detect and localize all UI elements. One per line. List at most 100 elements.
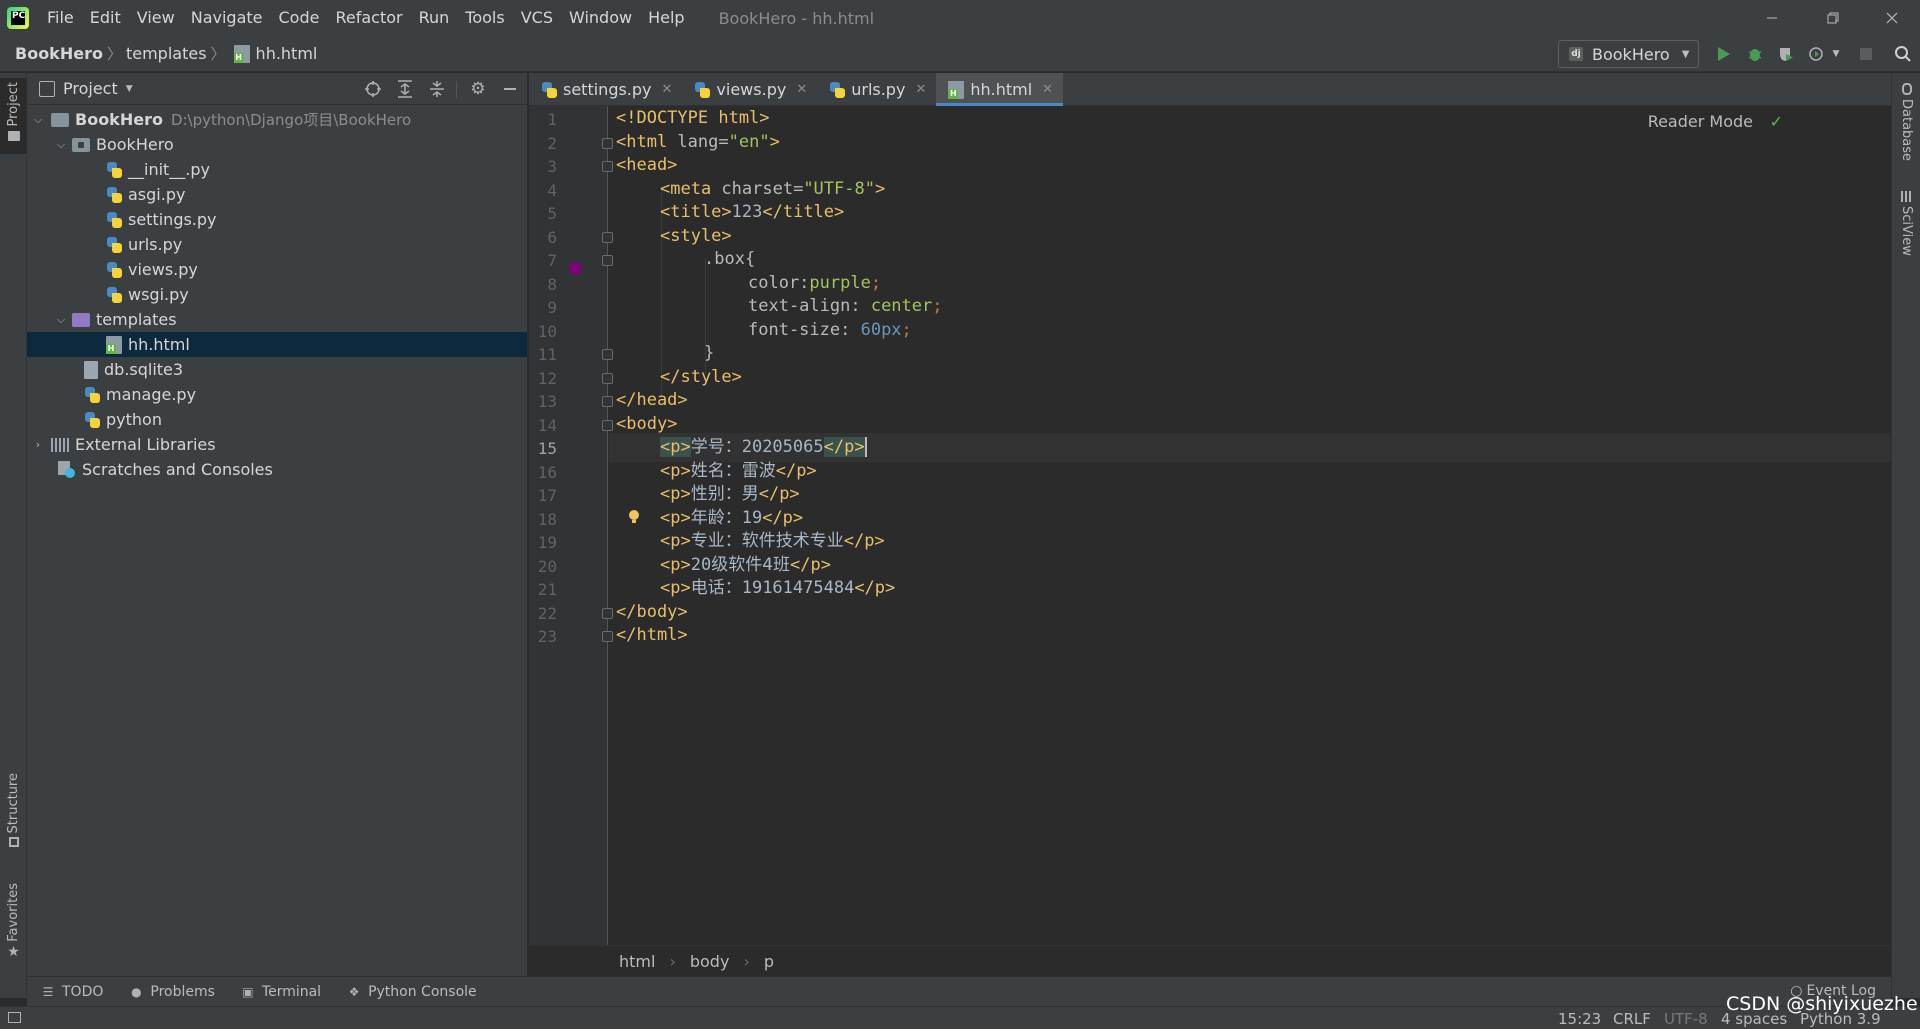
bottom-tool-bar: ☰ TODO ● Problems ▣ Terminal ❖ Python Co… — [27, 976, 1891, 1006]
minimize-button[interactable] — [1744, 0, 1800, 36]
python-file-icon — [829, 81, 846, 99]
run-configuration-select[interactable]: dj BookHero ▼ — [1558, 40, 1699, 68]
todo-tool-button[interactable]: ☰ TODO — [41, 984, 104, 1000]
database-tool-tab[interactable]: Database — [1892, 83, 1920, 161]
tab-views-py[interactable]: views.py ✕ — [682, 73, 817, 106]
debug-button[interactable] — [1745, 44, 1765, 64]
file-encoding[interactable]: UTF-8 — [1664, 1010, 1708, 1028]
tree-item-package[interactable]: ⌵ BookHero — [27, 132, 527, 157]
chevron-down-icon[interactable]: ⌵ — [54, 313, 68, 327]
tree-item-external-libraries[interactable]: › External Libraries — [27, 432, 527, 457]
tree-item-path: D:\python\Django项目\BookHero — [170, 111, 412, 129]
tree-item-label: hh.html — [128, 335, 190, 354]
hide-panel-button[interactable] — [500, 79, 520, 99]
sciview-icon — [1901, 191, 1912, 202]
tree-item-file[interactable]: urls.py — [27, 232, 527, 257]
close-icon[interactable]: ✕ — [796, 82, 807, 97]
project-settings-button[interactable]: ⚙ — [468, 79, 488, 99]
status-bar: 15:23 CRLF UTF-8 4 spaces Python 3.9 — [0, 1006, 1920, 1029]
caret-position[interactable]: 15:23 — [1558, 1010, 1601, 1028]
chevron-down-icon[interactable]: ⌵ — [54, 138, 68, 152]
menu-tools[interactable]: Tools — [457, 0, 512, 36]
breadcrumb-html[interactable]: html — [619, 952, 655, 971]
menu-vcs[interactable]: VCS — [513, 0, 561, 36]
line-number: 8 — [547, 275, 557, 294]
project-panel-title[interactable]: Project — [63, 79, 118, 98]
project-panel-header: Project ▼ — [27, 73, 527, 105]
tree-item-folder[interactable]: ⌵ templates — [27, 307, 527, 332]
tab-hh-html[interactable]: hh.html ✕ — [936, 73, 1064, 106]
breadcrumb-project[interactable]: BookHero — [15, 44, 103, 63]
breadcrumb-body[interactable]: body — [690, 952, 730, 971]
menu-help[interactable]: Help — [640, 0, 692, 36]
chevron-right-icon[interactable]: › — [31, 438, 45, 451]
tree-item-file[interactable]: views.py — [27, 257, 527, 282]
check-icon[interactable]: ✓ — [1770, 112, 1783, 131]
tab-settings-py[interactable]: settings.py ✕ — [529, 73, 682, 106]
color-preview-swatch[interactable] — [570, 263, 581, 274]
menu-code[interactable]: Code — [271, 0, 328, 36]
tree-item-file[interactable]: __init__.py — [27, 157, 527, 182]
code-token: 19 — [741, 508, 763, 528]
tree-item-file[interactable]: db.sqlite3 — [27, 357, 527, 382]
tree-item-project-root[interactable]: ⌵ BookHero D:\python\Django项目\BookHero — [27, 107, 527, 132]
code-area[interactable]: <!DOCTYPE html> <html lang="en"> <head> … — [609, 106, 1891, 945]
chevron-down-icon: ▼ — [1832, 49, 1840, 59]
python-file-icon — [106, 286, 122, 304]
code-token: purple — [809, 273, 871, 293]
chevron-down-icon[interactable]: ⌵ — [31, 113, 45, 127]
restore-button[interactable] — [1805, 0, 1861, 36]
tree-item-scratches[interactable]: Scratches and Consoles — [27, 457, 527, 482]
tree-item-file[interactable]: asgi.py — [27, 182, 527, 207]
terminal-tool-button[interactable]: ▣ Terminal — [241, 984, 321, 1000]
breadcrumb-folder[interactable]: templates — [126, 44, 207, 63]
menu-edit[interactable]: Edit — [82, 0, 129, 36]
breadcrumb-separator-icon: 〉 — [210, 45, 226, 63]
python-file-icon — [541, 81, 557, 99]
run-with-coverage-button[interactable] — [1776, 44, 1796, 64]
project-tool-tab[interactable]: Project — [0, 78, 27, 154]
tree-item-file[interactable]: manage.py — [27, 382, 527, 407]
menu-refactor[interactable]: Refactor — [327, 0, 410, 36]
code-token: <p> — [660, 508, 691, 528]
lightbulb-icon[interactable] — [627, 509, 641, 525]
chevron-right-icon: › — [669, 951, 676, 971]
html-file-icon — [948, 80, 965, 99]
breadcrumb-file[interactable]: hh.html — [256, 44, 318, 63]
structure-tool-tab[interactable]: Structure — [0, 773, 27, 849]
tab-urls-py[interactable]: urls.py ✕ — [817, 73, 936, 106]
menu-view[interactable]: View — [129, 0, 183, 36]
line-separator[interactable]: CRLF — [1613, 1010, 1651, 1028]
close-icon[interactable]: ✕ — [915, 82, 926, 97]
collapse-all-button[interactable] — [427, 79, 447, 99]
sciview-tool-tab[interactable]: SciView — [1892, 191, 1920, 256]
close-icon[interactable]: ✕ — [662, 82, 673, 97]
menu-run[interactable]: Run — [411, 0, 458, 36]
tree-item-file[interactable]: wsgi.py — [27, 282, 527, 307]
reader-mode-toggle[interactable]: Reader Mode — [1648, 112, 1753, 131]
menu-navigate[interactable]: Navigate — [183, 0, 271, 36]
profile-button[interactable] — [1806, 44, 1826, 64]
search-everywhere-button[interactable] — [1893, 44, 1913, 64]
expand-all-button[interactable] — [395, 79, 415, 99]
right-tool-stripe: Database SciView — [1891, 73, 1920, 998]
menu-file[interactable]: File — [39, 0, 82, 36]
python-console-tool-button[interactable]: ❖ Python Console — [347, 984, 477, 1000]
close-window-button[interactable] — [1864, 0, 1920, 36]
toggle-tool-windows-icon[interactable] — [8, 1012, 21, 1023]
chevron-down-icon[interactable]: ▼ — [126, 84, 133, 94]
tab-label: settings.py — [563, 80, 652, 99]
problems-tool-button[interactable]: ● Problems — [129, 984, 215, 1000]
breadcrumb-p[interactable]: p — [764, 952, 774, 971]
menu-window[interactable]: Window — [561, 0, 640, 36]
tree-item-file-selected[interactable]: hh.html — [27, 332, 527, 357]
run-button[interactable] — [1714, 44, 1734, 64]
line-number: 20 — [537, 557, 557, 576]
locate-file-button[interactable] — [363, 79, 383, 99]
tree-item-file[interactable]: settings.py — [27, 207, 527, 232]
tree-item-file[interactable]: python — [27, 407, 527, 432]
more-run-options-button[interactable]: ▼ — [1830, 44, 1842, 64]
favorites-tool-tab[interactable]: Favorites ★ — [0, 883, 27, 973]
code-editor[interactable]: 1 2 3 4 5 6 7 8 9 10 11 12 13 14 15 16 1… — [529, 106, 1891, 945]
close-icon[interactable]: ✕ — [1042, 82, 1053, 97]
